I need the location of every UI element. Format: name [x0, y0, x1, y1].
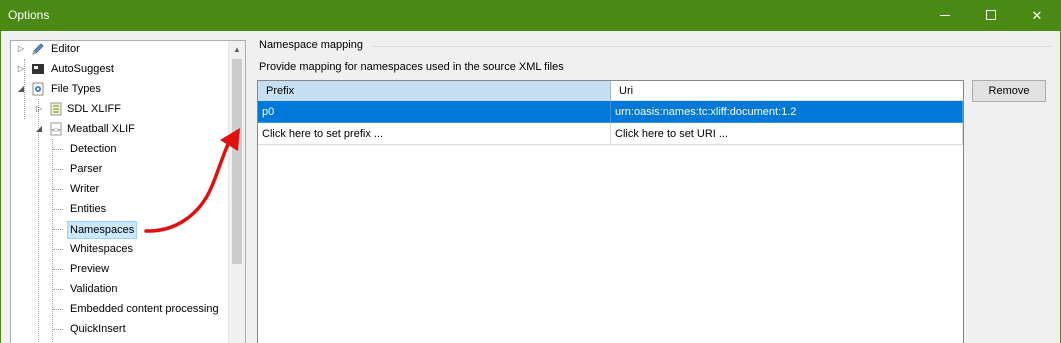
table-row-new[interactable]: Click here to set prefix ... Click here … [258, 123, 963, 145]
tree-line [53, 289, 63, 290]
group-title: Namespace mapping [259, 39, 363, 51]
uri-cell[interactable]: Click here to set URI ... [611, 123, 963, 145]
maximize-icon [986, 10, 996, 20]
annotation-arrow [144, 128, 240, 233]
close-icon: ✕ [1031, 8, 1043, 23]
table-row[interactable]: p0 urn:oasis:names:tc:xliff:document:1.2 [258, 101, 963, 123]
column-header-uri[interactable]: Uri [611, 81, 963, 101]
tree-item-label: Validation [70, 283, 118, 295]
remove-button[interactable]: Remove [972, 80, 1046, 102]
grid-header: Prefix Uri [258, 81, 963, 101]
tree-line [53, 269, 63, 270]
column-header-prefix[interactable]: Prefix [258, 81, 611, 101]
tree-item-label: Preview [70, 263, 110, 275]
namespace-grid[interactable]: Prefix Uri p0 urn:oasis:names:tc:xliff:d… [257, 80, 964, 343]
tree-line [53, 309, 63, 310]
description-text: Provide mapping for namespaces used in t… [259, 61, 564, 73]
tree-item-label: Embedded content processing [70, 303, 219, 315]
close-button[interactable]: ✕ [1014, 0, 1060, 31]
prefix-cell[interactable]: Click here to set prefix ... [258, 123, 611, 145]
minimize-button[interactable] [922, 0, 968, 31]
tree-item-label: QuickInsert [70, 323, 126, 335]
minimize-icon [940, 15, 950, 16]
prefix-cell[interactable]: p0 [258, 101, 611, 123]
maximize-button[interactable] [968, 0, 1014, 31]
uri-cell[interactable]: urn:oasis:names:tc:xliff:document:1.2 [611, 101, 963, 123]
tree-line [53, 329, 63, 330]
group-divider [372, 46, 1052, 47]
